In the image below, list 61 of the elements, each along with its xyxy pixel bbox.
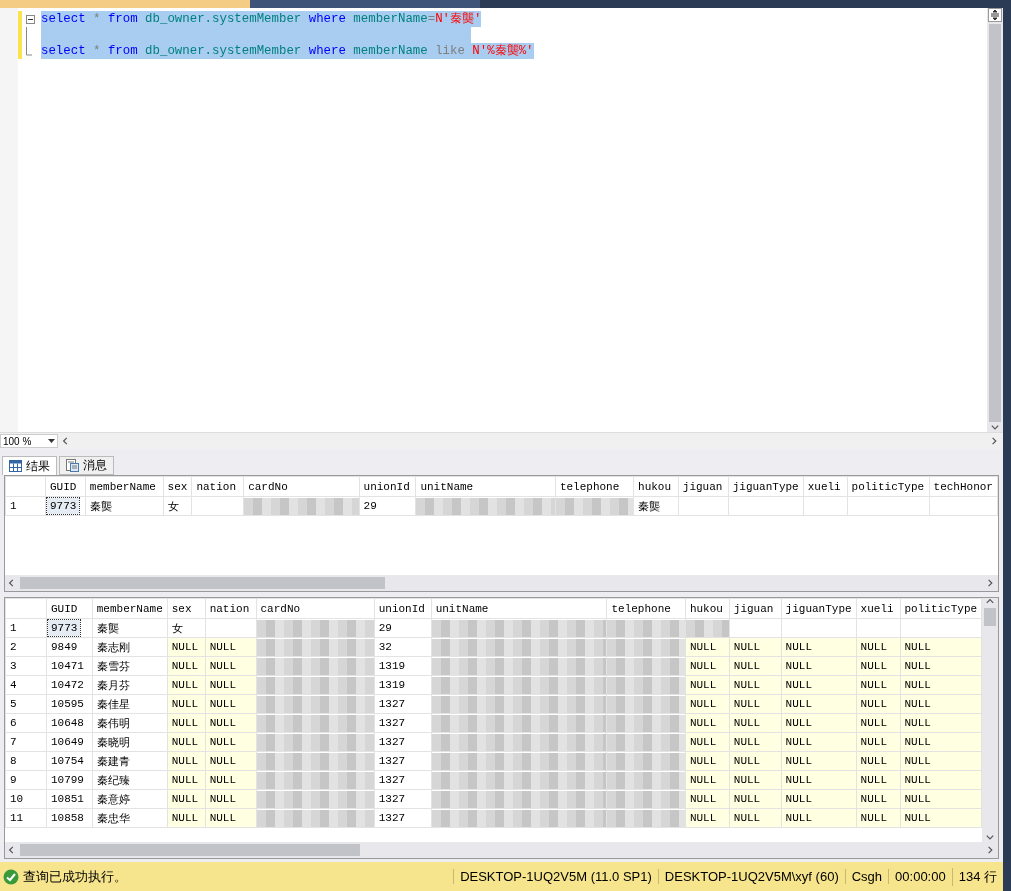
column-header[interactable]: jiguan	[678, 476, 729, 497]
scroll-down-icon[interactable]	[986, 834, 995, 842]
scroll-left-icon[interactable]	[8, 579, 16, 587]
grid-icon	[9, 460, 22, 472]
scroll-thumb[interactable]	[989, 24, 1001, 422]
status-item: DESKTOP-1UQ2V5M\xyf (60)	[657, 869, 845, 884]
column-header[interactable]: GUID	[45, 476, 86, 497]
column-header[interactable]: memberName	[85, 476, 164, 497]
status-item: DESKTOP-1UQ2V5M (11.0 SP1)	[453, 869, 658, 884]
scroll-thumb[interactable]	[20, 577, 385, 589]
scroll-right-icon[interactable]	[991, 437, 999, 445]
column-header[interactable]: sex	[163, 476, 192, 497]
column-header[interactable]: jiguanType	[781, 598, 857, 619]
status-item: 00:00:00	[888, 869, 952, 884]
document-icon	[66, 459, 79, 472]
column-header[interactable]: unionId	[359, 476, 416, 497]
scroll-thumb[interactable]	[984, 608, 997, 626]
column-header[interactable]: politicType	[847, 476, 930, 497]
column-header[interactable]: jiguanType	[728, 476, 804, 497]
scroll-thumb[interactable]	[20, 844, 360, 856]
vertical-scrollbar[interactable]	[982, 598, 998, 842]
horizontal-scrollbar[interactable]	[5, 842, 998, 858]
scroll-right-icon[interactable]	[987, 579, 995, 587]
column-header[interactable]: jiguan	[729, 598, 782, 619]
status-message: 查询已成功执行。	[23, 867, 127, 886]
scroll-left-icon[interactable]	[62, 437, 70, 445]
column-header[interactable]: unitName	[431, 598, 607, 619]
collapse-icon[interactable]	[26, 14, 35, 24]
column-header[interactable]: memberName	[92, 598, 168, 619]
column-header[interactable]: telephone	[555, 476, 634, 497]
column-header[interactable]: unionId	[374, 598, 432, 619]
column-header[interactable]: hukou	[685, 598, 730, 619]
focused-cell[interactable]: 9773	[46, 498, 80, 514]
column-header[interactable]: cardNo	[243, 476, 360, 497]
split-icon[interactable]	[988, 8, 1002, 22]
column-header[interactable]: telephone	[606, 598, 686, 619]
scroll-left-icon[interactable]	[8, 846, 16, 854]
scroll-right-icon[interactable]	[987, 846, 995, 854]
focused-cell[interactable]: 9773	[47, 620, 81, 636]
column-header[interactable]: hukou	[633, 476, 679, 497]
column-header[interactable]: nation	[191, 476, 244, 497]
column-header[interactable]: politicType	[900, 598, 982, 619]
scroll-up-icon[interactable]	[986, 598, 995, 606]
result-tab[interactable]: 消息	[59, 456, 114, 475]
column-header[interactable]: sex	[167, 598, 206, 619]
success-check-icon	[3, 868, 19, 885]
column-header[interactable]: xueli	[803, 476, 848, 497]
dropdown-arrow-icon	[48, 439, 55, 443]
status-item: Csgh	[844, 869, 889, 884]
result-tab[interactable]: 结果	[2, 456, 57, 475]
vertical-scrollbar[interactable]	[987, 8, 1003, 432]
zoom-dropdown[interactable]: 100 %	[0, 434, 58, 448]
column-header[interactable]: unitName	[415, 476, 556, 497]
column-header[interactable]: techHonor	[929, 476, 998, 497]
column-header[interactable]: cardNo	[256, 598, 375, 619]
column-header[interactable]: xueli	[856, 598, 900, 619]
status-item: 134 行	[951, 867, 1003, 886]
scroll-down-icon[interactable]	[991, 424, 999, 432]
column-header[interactable]: nation	[205, 598, 256, 619]
column-header[interactable]: GUID	[46, 598, 93, 619]
horizontal-scrollbar[interactable]	[5, 575, 998, 591]
